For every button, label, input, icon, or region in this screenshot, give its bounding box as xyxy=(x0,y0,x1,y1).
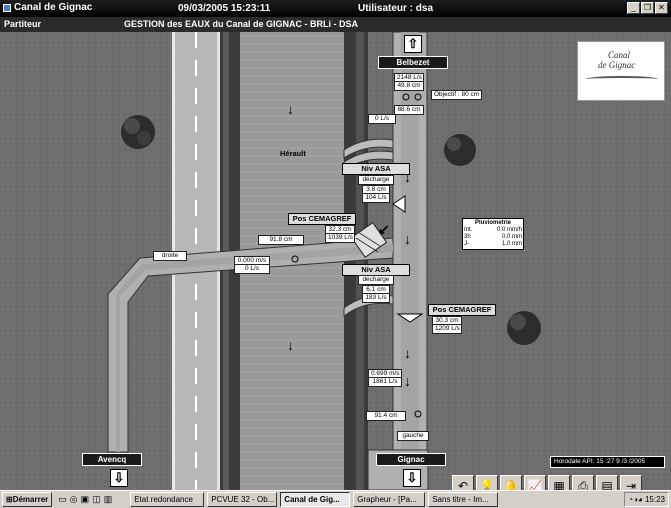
place-belbezet[interactable]: Belbezet xyxy=(378,56,448,69)
lower-flow: 1861 L/s xyxy=(368,377,402,387)
app-title-group: Canal de Gignac xyxy=(3,2,92,13)
trend-chart-icon[interactable]: 📈 xyxy=(524,475,546,490)
tool-buttons: ↶ 💡 🔔 📈 ▦ ⎙ ▤ ⇥ xyxy=(452,475,642,490)
pluvio-value: 1.0 mm xyxy=(501,241,522,247)
pos2-title[interactable]: Pos CEMAGREF xyxy=(428,304,496,316)
task-pcvue[interactable]: PCVUE 32 - Ob... xyxy=(207,492,278,507)
pos2-flow: 1209 L/s xyxy=(432,324,462,334)
lower-gauche[interactable]: gauche xyxy=(397,431,429,441)
task-sans-titre[interactable]: Sans titre - Im... xyxy=(428,492,499,507)
app-icon[interactable]: ▥ xyxy=(104,494,113,505)
exit-door-icon[interactable]: ⇥ xyxy=(620,475,642,490)
media-icon[interactable]: ◫ xyxy=(92,494,101,505)
horodate-api: Horodate API: 15 :27 9 /3 /2005 xyxy=(550,456,665,468)
up-arrow-icon: ⇧ xyxy=(404,35,422,53)
asa1-mode[interactable]: décharge xyxy=(358,175,394,185)
river-label: Hérault xyxy=(280,149,306,158)
flow-arrow-icon: ↓ xyxy=(404,345,411,361)
screen-header: Partiteur GESTION des EAUX du Canal de G… xyxy=(0,17,671,32)
flow-arrow-icon: ↓ xyxy=(404,231,411,247)
task-canal-de-gignac[interactable]: Canal de Gig... xyxy=(280,492,351,507)
pluviometrie-panel: Pluviometrie Int. 0.0 mm/h 3h 0.0 mm J- 1.0… xyxy=(462,218,524,250)
tree-right-mid xyxy=(507,311,541,345)
branch-droite[interactable]: droite xyxy=(153,251,187,261)
calculator-icon[interactable]: ▤ xyxy=(596,475,618,490)
belbezet-level: 49.8 cm xyxy=(394,81,424,91)
place-gignac[interactable]: Gignac xyxy=(376,453,446,466)
datetime-display: 09/03/2005 15:23:11 xyxy=(178,3,271,14)
pluviometrie-title: Pluviometrie xyxy=(474,220,511,226)
flow-arrow-icon: ↓ xyxy=(404,373,411,389)
desktop-icon[interactable]: ▭ xyxy=(58,494,67,505)
tray-icons[interactable]: ◔◑◕ xyxy=(628,495,645,504)
upper-flow: 0 L/s xyxy=(368,114,396,124)
pluvio-value: 0.0 mm/h xyxy=(496,227,522,233)
alarm-bell-icon[interactable]: 🔔 xyxy=(500,475,522,490)
pluvio-key: Int. xyxy=(464,227,473,233)
graph-icon[interactable]: ▦ xyxy=(548,475,570,490)
windows-logo-icon: ⊞ xyxy=(6,495,13,504)
upper-level: 88.6 cm xyxy=(394,105,424,115)
pluvio-row: 3h 0.0 mm xyxy=(464,234,522,241)
screen-title: GESTION des EAUX du Canal de GIGNAC - BR… xyxy=(124,19,359,29)
asa1-title[interactable]: Niv ASA xyxy=(342,163,410,175)
canal-de-gignac-logo: Canal de Gignac xyxy=(577,41,665,101)
objective-value: Objectif : 80 cm xyxy=(431,90,483,100)
back-arrow-icon[interactable]: ↶ xyxy=(452,475,474,490)
synoptic-view: Canal de Gignac Belbezet ⇧ Hérault Avenc… xyxy=(0,32,671,490)
close-button[interactable]: ✕ xyxy=(655,2,668,14)
asa1-flow: 104 L/s xyxy=(362,193,390,203)
window-title-bar: Canal de Gignac 09/03/2005 15:23:11 Util… xyxy=(0,0,671,17)
pos1-title[interactable]: Pos CEMAGREF xyxy=(288,213,356,225)
app-icon xyxy=(3,3,11,12)
minimize-button[interactable]: _ xyxy=(627,2,640,14)
user-display: Utilisateur : dsa xyxy=(358,3,434,14)
pluvio-row: J- 1.0 mm xyxy=(464,241,522,248)
task-grapheur[interactable]: Grapheur - [Pa... xyxy=(353,492,426,507)
place-avencq[interactable]: Avencq xyxy=(82,453,142,466)
logo-text-1: Canal xyxy=(608,50,631,60)
pluvio-key: J- xyxy=(464,241,469,247)
pluvio-value: 0.0 mm xyxy=(501,234,522,240)
down-arrow-icon-right: ⇩ xyxy=(403,469,421,487)
flow-arrow-icon: ↓ xyxy=(287,337,294,353)
screen-name: Partiteur xyxy=(4,19,42,29)
restore-button[interactable]: ❐ xyxy=(641,2,654,14)
start-label: Démarrer xyxy=(12,495,49,504)
clock: 15:23 xyxy=(644,495,665,504)
tree-left xyxy=(121,115,155,149)
lightbulb-icon[interactable]: 💡 xyxy=(476,475,498,490)
window-controls: _ ❐ ✕ xyxy=(627,2,668,14)
flow-arrow-icon: ↙ xyxy=(378,221,390,237)
printer-icon[interactable]: ⎙ xyxy=(572,475,594,490)
logo-text-2: de Gignac xyxy=(598,60,636,70)
start-button[interactable]: ⊞Démarrer xyxy=(2,492,53,507)
lower-level: 91.4 cm xyxy=(366,411,406,421)
task-etat-redondance[interactable]: Etat redondance xyxy=(130,492,205,507)
tree-right-top xyxy=(444,134,476,166)
quick-launch: ▭ ◎ ▣ ◫ ▥ xyxy=(58,494,112,505)
app-title: Canal de Gignac xyxy=(14,2,93,13)
flow-arrow-icon: ↓ xyxy=(287,101,294,117)
branch-flow: 0 L/s xyxy=(234,264,270,274)
explorer-icon[interactable]: ▣ xyxy=(81,494,90,505)
pluvio-row: Int. 0.0 mm/h xyxy=(464,227,522,234)
windows-taskbar: ⊞Démarrer ▭ ◎ ▣ ◫ ▥ Etat redondance PCVU… xyxy=(0,490,671,508)
down-arrow-icon-left: ⇩ xyxy=(110,469,128,487)
asa2-mode[interactable]: décharge xyxy=(358,275,394,285)
pluvio-key: 3h xyxy=(464,234,471,240)
asa2-flow: 183 L/s xyxy=(362,293,390,303)
system-tray: ◔◑◕ 15:23 xyxy=(624,492,669,507)
pos1-flow: 1039 L/s xyxy=(325,233,355,243)
browser-icon[interactable]: ◎ xyxy=(70,494,78,505)
branch-level: 91.8 cm xyxy=(258,235,304,245)
synoptic-drawing xyxy=(0,32,671,490)
